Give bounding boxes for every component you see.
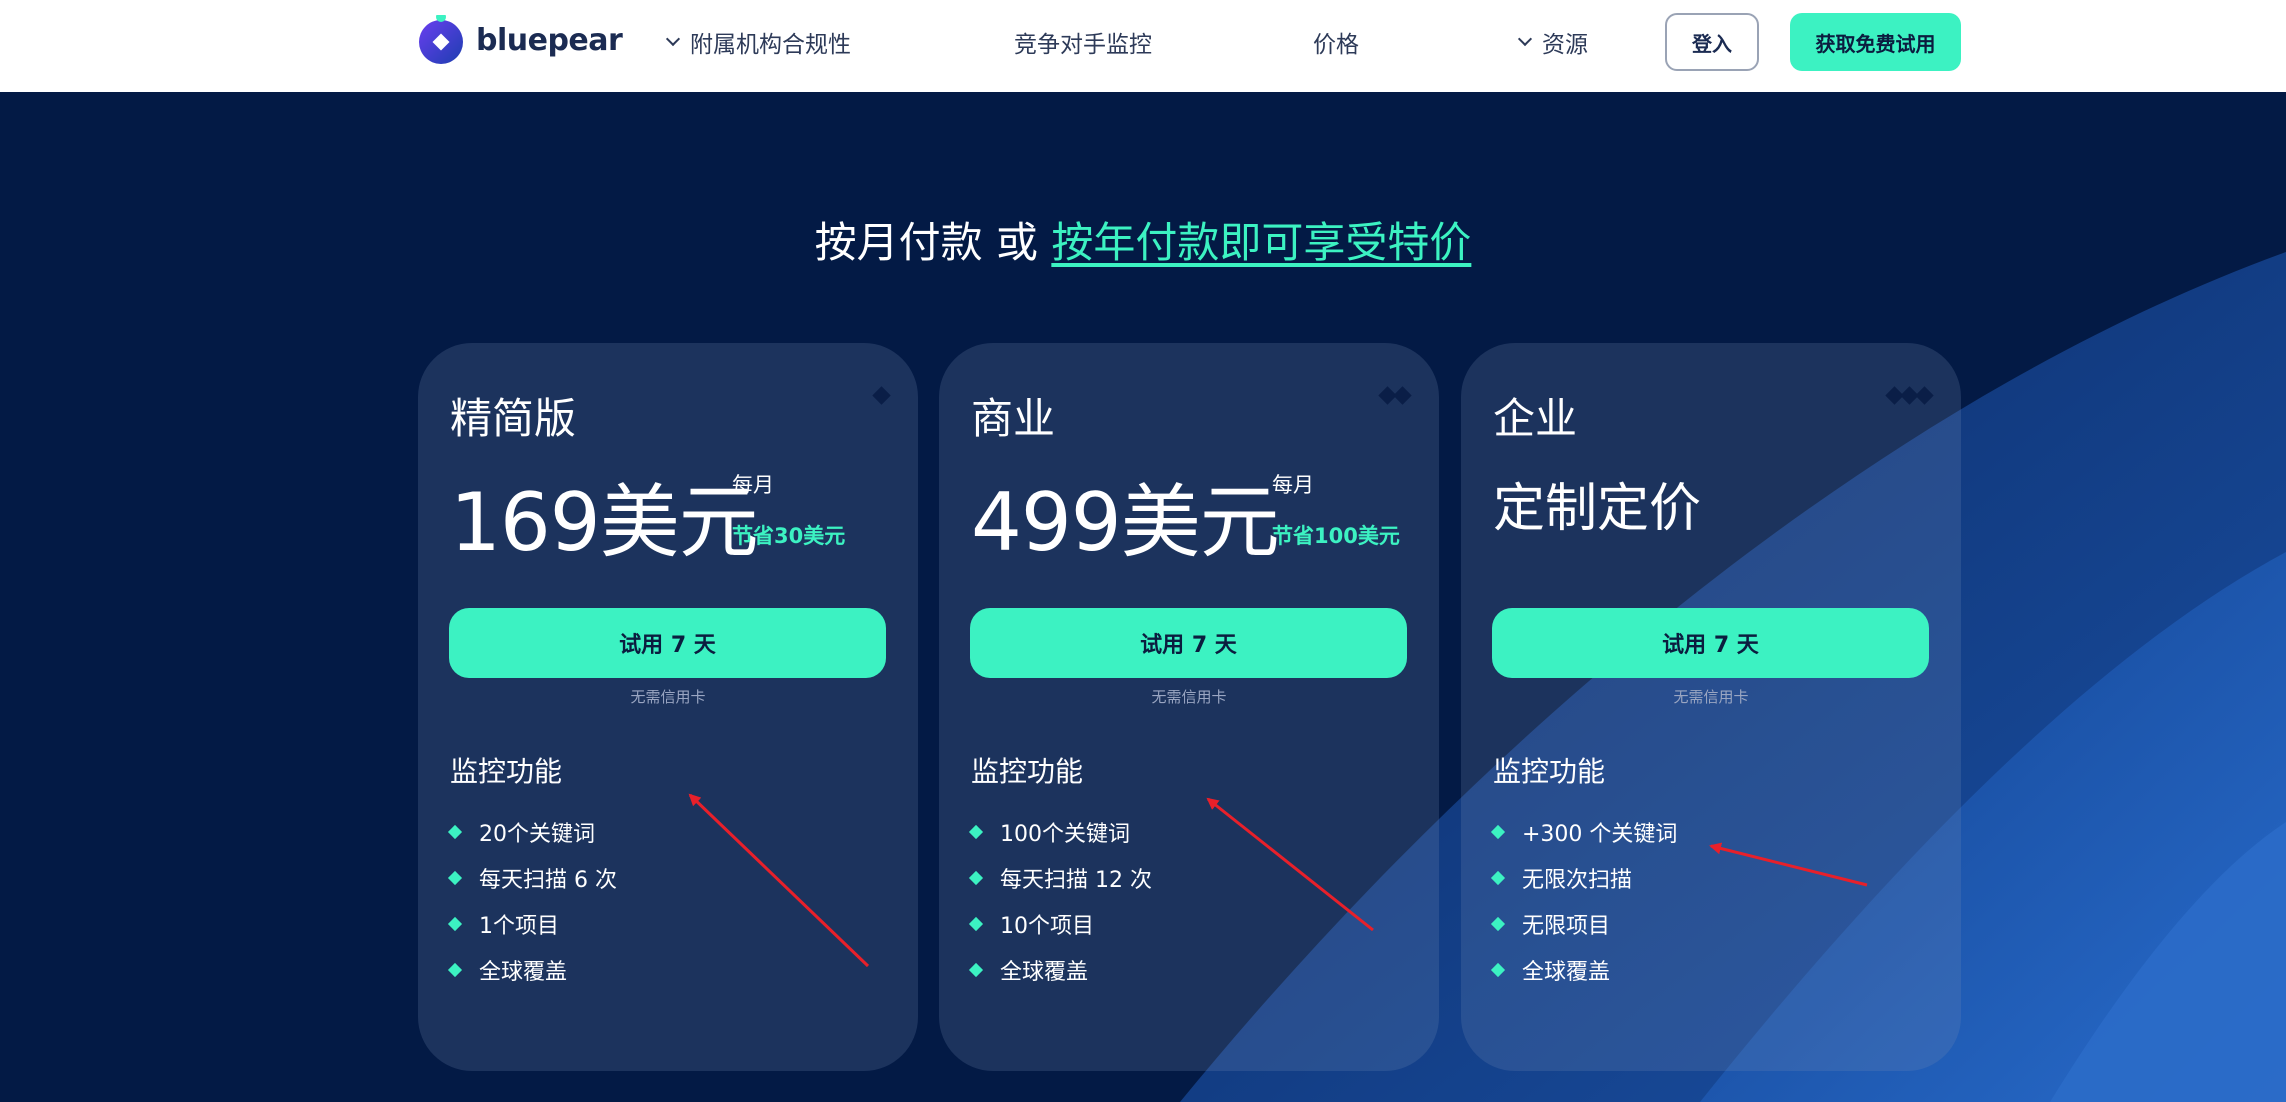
annual-billing-link[interactable]: 按年付款即可享受特价 [1051,218,1471,267]
plan-card-lite: 精简版 169美元 每月 节省30美元 试用 7 天 无需信用卡 监控功能 20… [418,343,918,1071]
nav-label: 资源 [1542,32,1588,58]
list-item: 无限项目 [1490,901,1677,947]
list-item: 全球覆盖 [447,947,617,993]
try-7-days-button[interactable]: 试用 7 天 [970,608,1407,678]
plan-name: 精简版 [450,394,577,443]
list-item: 全球覆盖 [968,947,1152,993]
list-item: 20个关键词 [447,809,617,855]
list-item: 10个项目 [968,901,1152,947]
list-item: 1个项目 [447,901,617,947]
diamond-bullet-icon [1490,870,1506,886]
nav-label: 价格 [1313,32,1359,58]
diamond-bullet-icon [968,870,984,886]
plan-price: 定制定价 [1493,479,1702,539]
list-item: 每天扫描 6 次 [447,855,617,901]
pricing-section: 按月付款 或 按年付款即可享受特价 精简版 169美元 每月 节省30美元 试用… [0,92,2286,1102]
feature-list: 100个关键词 每天扫描 12 次 10个项目 全球覆盖 [968,809,1152,993]
tier-indicator-icon [872,386,891,405]
list-item: +300 个关键词 [1490,809,1677,855]
diamond-bullet-icon [447,870,463,886]
annual-savings: 节省100美元 [1272,524,1400,548]
billing-headline: 按月付款 或 按年付款即可享受特价 [0,209,2286,270]
nav-label: 附属机构合规性 [690,32,851,58]
nav-affiliate-compliance[interactable]: 附属机构合规性 [665,24,851,60]
diamond-bullet-icon [968,962,984,978]
plan-name: 企业 [1493,394,1578,443]
diamond-bullet-icon [968,916,984,932]
bluepear-logo[interactable]: bluepear [416,12,623,66]
tier-indicator-icon [1378,386,1412,405]
nav-label: 竞争对手监控 [1014,32,1152,58]
nav-resources[interactable]: 资源 [1517,24,1588,60]
logo-mark-icon [416,12,466,65]
list-item: 全球覆盖 [1490,947,1677,993]
no-credit-card-note: 无需信用卡 [630,688,706,706]
list-item: 无限次扫描 [1490,855,1677,901]
feature-list: +300 个关键词 无限次扫描 无限项目 全球覆盖 [1490,809,1677,993]
plan-card-enterprise: 企业 定制定价 试用 7 天 无需信用卡 监控功能 +300 个关键词 无限次扫… [1461,343,1961,1071]
top-navigation: bluepear 附属机构合规性 竞争对手监控 价格 资源 登入 获取免费试用 [0,0,2286,92]
nav-competitor-monitoring[interactable]: 竞争对手监控 [1014,24,1152,60]
plan-price: 169美元 [450,476,759,569]
feature-list: 20个关键词 每天扫描 6 次 1个项目 全球覆盖 [447,809,617,993]
no-credit-card-note: 无需信用卡 [1151,688,1227,706]
diamond-bullet-icon [447,824,463,840]
try-7-days-button[interactable]: 试用 7 天 [449,608,886,678]
diamond-bullet-icon [1490,962,1506,978]
diamond-bullet-icon [447,962,463,978]
diamond-bullet-icon [1490,824,1506,840]
try-7-days-button[interactable]: 试用 7 天 [1492,608,1929,678]
annual-savings: 节省30美元 [732,524,846,548]
no-credit-card-note: 无需信用卡 [1673,688,1749,706]
chevron-down-icon [665,31,681,47]
tier-indicator-icon [1885,386,1934,405]
features-title: 监控功能 [1493,755,1606,788]
login-button[interactable]: 登入 [1665,13,1759,71]
list-item: 100个关键词 [968,809,1152,855]
diamond-bullet-icon [968,824,984,840]
plan-price: 499美元 [971,476,1280,569]
list-item: 每天扫描 12 次 [968,855,1152,901]
plan-name: 商业 [971,394,1056,443]
plan-card-business: 商业 499美元 每月 节省100美元 试用 7 天 无需信用卡 监控功能 10… [939,343,1439,1071]
features-title: 监控功能 [971,755,1084,788]
diamond-bullet-icon [447,916,463,932]
logo-text: bluepear [476,22,623,58]
chevron-down-icon [1517,31,1533,47]
price-period: 每月 [732,473,774,497]
diamond-bullet-icon [1490,916,1506,932]
headline-text: 按月付款 或 [814,218,1052,267]
price-period: 每月 [1272,473,1314,497]
features-title: 监控功能 [450,755,563,788]
nav-pricing[interactable]: 价格 [1313,24,1359,60]
get-free-trial-button[interactable]: 获取免费试用 [1790,13,1961,71]
